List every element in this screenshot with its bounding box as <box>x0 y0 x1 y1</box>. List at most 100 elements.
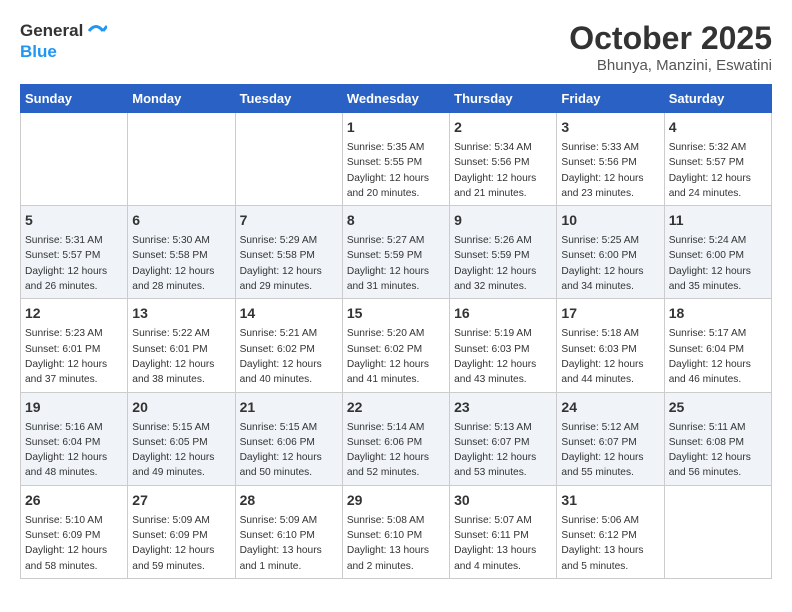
day-number: 8 <box>347 210 445 231</box>
day-number: 25 <box>669 397 767 418</box>
day-cell: 23Sunrise: 5:13 AM Sunset: 6:07 PM Dayli… <box>450 392 557 485</box>
day-cell: 29Sunrise: 5:08 AM Sunset: 6:10 PM Dayli… <box>342 485 449 578</box>
day-cell: 3Sunrise: 5:33 AM Sunset: 5:56 PM Daylig… <box>557 113 664 206</box>
logo-icon <box>85 20 107 42</box>
day-info: Sunrise: 5:19 AM Sunset: 6:03 PM Dayligh… <box>454 326 552 387</box>
day-info: Sunrise: 5:09 AM Sunset: 6:10 PM Dayligh… <box>240 513 338 574</box>
day-cell: 18Sunrise: 5:17 AM Sunset: 6:04 PM Dayli… <box>664 299 771 392</box>
day-cell: 2Sunrise: 5:34 AM Sunset: 5:56 PM Daylig… <box>450 113 557 206</box>
day-info: Sunrise: 5:17 AM Sunset: 6:04 PM Dayligh… <box>669 326 767 387</box>
day-number: 19 <box>25 397 123 418</box>
day-number: 27 <box>132 490 230 511</box>
day-cell: 28Sunrise: 5:09 AM Sunset: 6:10 PM Dayli… <box>235 485 342 578</box>
day-number: 14 <box>240 303 338 324</box>
day-info: Sunrise: 5:26 AM Sunset: 5:59 PM Dayligh… <box>454 233 552 294</box>
day-cell: 22Sunrise: 5:14 AM Sunset: 6:06 PM Dayli… <box>342 392 449 485</box>
day-cell: 5Sunrise: 5:31 AM Sunset: 5:57 PM Daylig… <box>21 206 128 299</box>
logo-text: General Blue <box>20 20 107 62</box>
location: Bhunya, Manzini, Eswatini <box>569 57 772 74</box>
day-cell: 16Sunrise: 5:19 AM Sunset: 6:03 PM Dayli… <box>450 299 557 392</box>
day-cell: 13Sunrise: 5:22 AM Sunset: 6:01 PM Dayli… <box>128 299 235 392</box>
day-number: 22 <box>347 397 445 418</box>
day-info: Sunrise: 5:33 AM Sunset: 5:56 PM Dayligh… <box>561 140 659 201</box>
day-info: Sunrise: 5:15 AM Sunset: 6:06 PM Dayligh… <box>240 420 338 481</box>
column-header-wednesday: Wednesday <box>342 85 449 113</box>
day-cell: 31Sunrise: 5:06 AM Sunset: 6:12 PM Dayli… <box>557 485 664 578</box>
day-number: 4 <box>669 117 767 138</box>
day-number: 31 <box>561 490 659 511</box>
day-number: 24 <box>561 397 659 418</box>
day-cell: 20Sunrise: 5:15 AM Sunset: 6:05 PM Dayli… <box>128 392 235 485</box>
day-cell <box>235 113 342 206</box>
day-info: Sunrise: 5:13 AM Sunset: 6:07 PM Dayligh… <box>454 420 552 481</box>
title-block: October 2025 Bhunya, Manzini, Eswatini <box>569 20 772 74</box>
day-cell: 7Sunrise: 5:29 AM Sunset: 5:58 PM Daylig… <box>235 206 342 299</box>
day-cell: 27Sunrise: 5:09 AM Sunset: 6:09 PM Dayli… <box>128 485 235 578</box>
day-info: Sunrise: 5:11 AM Sunset: 6:08 PM Dayligh… <box>669 420 767 481</box>
week-row-1: 1Sunrise: 5:35 AM Sunset: 5:55 PM Daylig… <box>21 113 772 206</box>
week-row-2: 5Sunrise: 5:31 AM Sunset: 5:57 PM Daylig… <box>21 206 772 299</box>
column-header-friday: Friday <box>557 85 664 113</box>
day-number: 9 <box>454 210 552 231</box>
day-number: 21 <box>240 397 338 418</box>
day-cell: 26Sunrise: 5:10 AM Sunset: 6:09 PM Dayli… <box>21 485 128 578</box>
day-info: Sunrise: 5:15 AM Sunset: 6:05 PM Dayligh… <box>132 420 230 481</box>
week-row-4: 19Sunrise: 5:16 AM Sunset: 6:04 PM Dayli… <box>21 392 772 485</box>
day-info: Sunrise: 5:35 AM Sunset: 5:55 PM Dayligh… <box>347 140 445 201</box>
logo-blue: Blue <box>20 42 107 62</box>
day-number: 18 <box>669 303 767 324</box>
column-header-saturday: Saturday <box>664 85 771 113</box>
day-cell: 14Sunrise: 5:21 AM Sunset: 6:02 PM Dayli… <box>235 299 342 392</box>
day-cell: 8Sunrise: 5:27 AM Sunset: 5:59 PM Daylig… <box>342 206 449 299</box>
day-number: 10 <box>561 210 659 231</box>
day-info: Sunrise: 5:31 AM Sunset: 5:57 PM Dayligh… <box>25 233 123 294</box>
day-number: 3 <box>561 117 659 138</box>
day-number: 23 <box>454 397 552 418</box>
page-header: General Blue October 2025 Bhunya, Manzin… <box>20 20 772 74</box>
day-number: 7 <box>240 210 338 231</box>
day-cell: 11Sunrise: 5:24 AM Sunset: 6:00 PM Dayli… <box>664 206 771 299</box>
day-number: 6 <box>132 210 230 231</box>
logo: General Blue <box>20 20 107 62</box>
day-number: 26 <box>25 490 123 511</box>
day-cell: 1Sunrise: 5:35 AM Sunset: 5:55 PM Daylig… <box>342 113 449 206</box>
day-cell: 6Sunrise: 5:30 AM Sunset: 5:58 PM Daylig… <box>128 206 235 299</box>
day-number: 15 <box>347 303 445 324</box>
day-info: Sunrise: 5:09 AM Sunset: 6:09 PM Dayligh… <box>132 513 230 574</box>
day-cell: 9Sunrise: 5:26 AM Sunset: 5:59 PM Daylig… <box>450 206 557 299</box>
day-info: Sunrise: 5:21 AM Sunset: 6:02 PM Dayligh… <box>240 326 338 387</box>
day-info: Sunrise: 5:30 AM Sunset: 5:58 PM Dayligh… <box>132 233 230 294</box>
day-info: Sunrise: 5:22 AM Sunset: 6:01 PM Dayligh… <box>132 326 230 387</box>
header-row: SundayMondayTuesdayWednesdayThursdayFrid… <box>21 85 772 113</box>
day-info: Sunrise: 5:06 AM Sunset: 6:12 PM Dayligh… <box>561 513 659 574</box>
day-cell: 25Sunrise: 5:11 AM Sunset: 6:08 PM Dayli… <box>664 392 771 485</box>
day-cell: 17Sunrise: 5:18 AM Sunset: 6:03 PM Dayli… <box>557 299 664 392</box>
day-info: Sunrise: 5:29 AM Sunset: 5:58 PM Dayligh… <box>240 233 338 294</box>
day-number: 5 <box>25 210 123 231</box>
week-row-3: 12Sunrise: 5:23 AM Sunset: 6:01 PM Dayli… <box>21 299 772 392</box>
day-number: 12 <box>25 303 123 324</box>
column-header-thursday: Thursday <box>450 85 557 113</box>
day-info: Sunrise: 5:25 AM Sunset: 6:00 PM Dayligh… <box>561 233 659 294</box>
week-row-5: 26Sunrise: 5:10 AM Sunset: 6:09 PM Dayli… <box>21 485 772 578</box>
day-info: Sunrise: 5:16 AM Sunset: 6:04 PM Dayligh… <box>25 420 123 481</box>
day-cell: 24Sunrise: 5:12 AM Sunset: 6:07 PM Dayli… <box>557 392 664 485</box>
day-cell <box>128 113 235 206</box>
day-number: 11 <box>669 210 767 231</box>
day-info: Sunrise: 5:27 AM Sunset: 5:59 PM Dayligh… <box>347 233 445 294</box>
column-header-sunday: Sunday <box>21 85 128 113</box>
day-info: Sunrise: 5:14 AM Sunset: 6:06 PM Dayligh… <box>347 420 445 481</box>
day-cell: 21Sunrise: 5:15 AM Sunset: 6:06 PM Dayli… <box>235 392 342 485</box>
day-cell: 30Sunrise: 5:07 AM Sunset: 6:11 PM Dayli… <box>450 485 557 578</box>
day-number: 2 <box>454 117 552 138</box>
day-number: 28 <box>240 490 338 511</box>
day-number: 20 <box>132 397 230 418</box>
day-number: 16 <box>454 303 552 324</box>
calendar-table: SundayMondayTuesdayWednesdayThursdayFrid… <box>20 84 772 579</box>
day-number: 1 <box>347 117 445 138</box>
day-number: 17 <box>561 303 659 324</box>
day-info: Sunrise: 5:23 AM Sunset: 6:01 PM Dayligh… <box>25 326 123 387</box>
column-header-tuesday: Tuesday <box>235 85 342 113</box>
day-info: Sunrise: 5:32 AM Sunset: 5:57 PM Dayligh… <box>669 140 767 201</box>
day-number: 30 <box>454 490 552 511</box>
